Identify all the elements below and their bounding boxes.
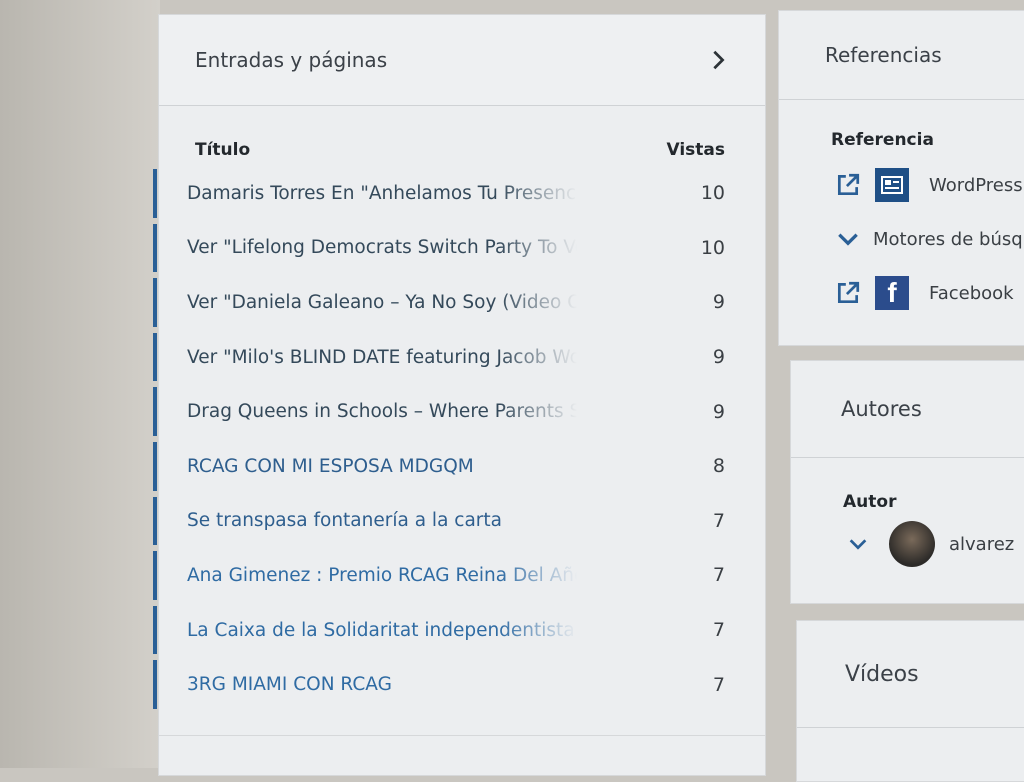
avatar [889,521,935,567]
post-views: 10 [700,182,725,205]
table-row[interactable]: RCAG CON MI ESPOSA MDGQM 8 [153,439,765,494]
post-title-link[interactable]: 3RG MIAMI CON RCAG [187,674,577,695]
authors-title[interactable]: Autores [791,361,1024,458]
author-item[interactable]: alvarez [791,512,1024,576]
referrers-card: Referencias Referencia WordPress Motores… [778,10,1024,346]
posts-pages-card: Entradas y páginas Título Vistas Damaris… [153,14,766,776]
external-link-icon[interactable] [835,280,861,306]
post-views: 7 [712,673,725,696]
table-row[interactable]: Ver "Lifelong Democrats Switch Party To … [153,221,765,276]
post-views: 7 [712,509,725,532]
column-views-label: Vistas [666,140,725,160]
table-row[interactable]: Ver "Daniela Galeano – Ya No Soy (Video … [153,275,765,330]
table-row[interactable]: La Caixa de la Solidaritat independentis… [153,603,765,658]
post-title-link[interactable]: Damaris Torres En "Anhelamos Tu Presenci… [187,183,577,204]
referrer-label: WordPress [929,174,1023,196]
author-name: alvarez [949,533,1015,555]
facebook-icon: f [875,276,909,310]
referrer-label: Motores de búsqueda [873,228,1024,250]
posts-pages-header[interactable]: Entradas y páginas [159,15,765,106]
card-divider [159,735,765,736]
post-title-link[interactable]: La Caixa de la Solidaritat independentis… [187,620,577,641]
post-title-link[interactable]: Ver "Daniela Galeano – Ya No Soy (Video … [187,292,577,313]
column-title-label: Título [195,140,251,160]
post-views: 9 [712,346,725,369]
referrer-item-search-engines[interactable]: Motores de búsqueda [779,212,1024,266]
referrer-label: Facebook [929,282,1014,304]
post-title-link[interactable]: Ana Gimenez : Premio RCAG Reina Del Año [187,565,577,586]
post-views: 8 [712,455,725,478]
table-row[interactable]: Ana Gimenez : Premio RCAG Reina Del Año … [153,548,765,603]
videos-card: Vídeos [796,620,1024,782]
external-link-icon[interactable] [835,172,861,198]
table-row[interactable]: 3RG MIAMI CON RCAG 7 [153,657,765,712]
referrer-item-wordpress[interactable]: WordPress [779,158,1024,212]
author-column-label: Autor [843,492,897,512]
table-row[interactable]: Drag Queens in Schools – Where Parents S… [153,384,765,439]
post-views: 7 [712,564,725,587]
post-title-link[interactable]: Se transpasa fontanería a la carta [187,510,577,531]
post-views: 9 [712,400,725,423]
desk-background [0,0,160,768]
referrer-item-facebook[interactable]: f Facebook [779,266,1024,320]
table-row[interactable]: Se transpasa fontanería a la carta 7 [153,494,765,549]
post-title-link[interactable]: Ver "Milo's BLIND DATE featuring Jacob W… [187,347,577,368]
post-title-link[interactable]: Ver "Lifelong Democrats Switch Party To … [187,237,577,258]
posts-pages-title: Entradas y páginas [195,48,388,72]
videos-title[interactable]: Vídeos [797,621,1024,728]
referrer-column-label: Referencia [831,130,934,150]
referrers-title[interactable]: Referencias [779,11,1024,100]
posts-table-header: Título Vistas [159,106,765,166]
table-row[interactable]: Ver "Milo's BLIND DATE featuring Jacob W… [153,330,765,385]
post-views: 10 [700,236,725,259]
authors-card: Autores Autor alvarez [790,360,1024,604]
chevron-down-icon[interactable] [847,533,869,555]
chevron-down-icon[interactable] [835,226,861,252]
chevron-right-icon[interactable] [707,49,729,71]
posts-table: Damaris Torres En "Anhelamos Tu Presenci… [153,166,765,712]
post-views: 9 [712,291,725,314]
post-title-link[interactable]: Drag Queens in Schools – Where Parents S… [187,401,577,422]
table-row[interactable]: Damaris Torres En "Anhelamos Tu Presenci… [153,166,765,221]
post-title-link[interactable]: RCAG CON MI ESPOSA MDGQM [187,456,577,477]
post-views: 7 [712,619,725,642]
wordpress-reader-icon [875,168,909,202]
